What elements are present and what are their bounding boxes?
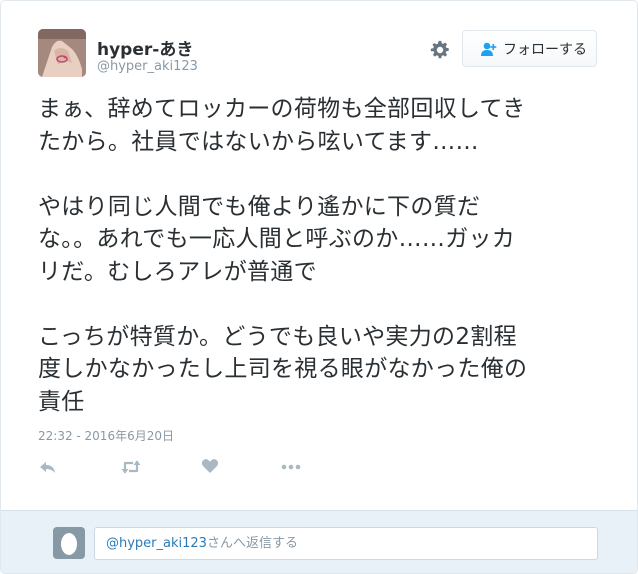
screen-name[interactable]: @hyper_aki123: [97, 59, 198, 74]
tweet-text: まぁ、辞めてロッカーの荷物も全部回収してき たから。社員ではないから呟いてます……: [38, 96, 528, 415]
avatar-photo: [38, 29, 86, 77]
more-icon[interactable]: [280, 457, 302, 477]
gear-icon[interactable]: [429, 39, 451, 61]
tweet-timestamp[interactable]: 22:32 - 2016年6月20日: [38, 427, 174, 444]
tweet-card: hyper-あき @hyper_aki123 フォローする まぁ、辞めてロッカー…: [0, 0, 638, 574]
display-name[interactable]: hyper-あき: [97, 35, 193, 60]
reply-avatar: [53, 527, 85, 559]
user-avatar[interactable]: [38, 29, 86, 77]
follow-button[interactable]: フォローする: [462, 30, 597, 67]
reply-mention: @hyper_aki123: [106, 536, 207, 551]
like-heart-icon[interactable]: [201, 457, 219, 477]
reply-icon[interactable]: [38, 457, 58, 477]
reply-placeholder: さんへ返信する: [206, 536, 298, 551]
follow-label: フォローする: [503, 41, 587, 58]
reply-bar: @hyper_aki123さんへ返信する: [1, 510, 637, 573]
reply-input[interactable]: @hyper_aki123さんへ返信する: [94, 527, 598, 560]
add-person-icon: [479, 42, 497, 56]
retweet-icon[interactable]: [120, 457, 142, 477]
